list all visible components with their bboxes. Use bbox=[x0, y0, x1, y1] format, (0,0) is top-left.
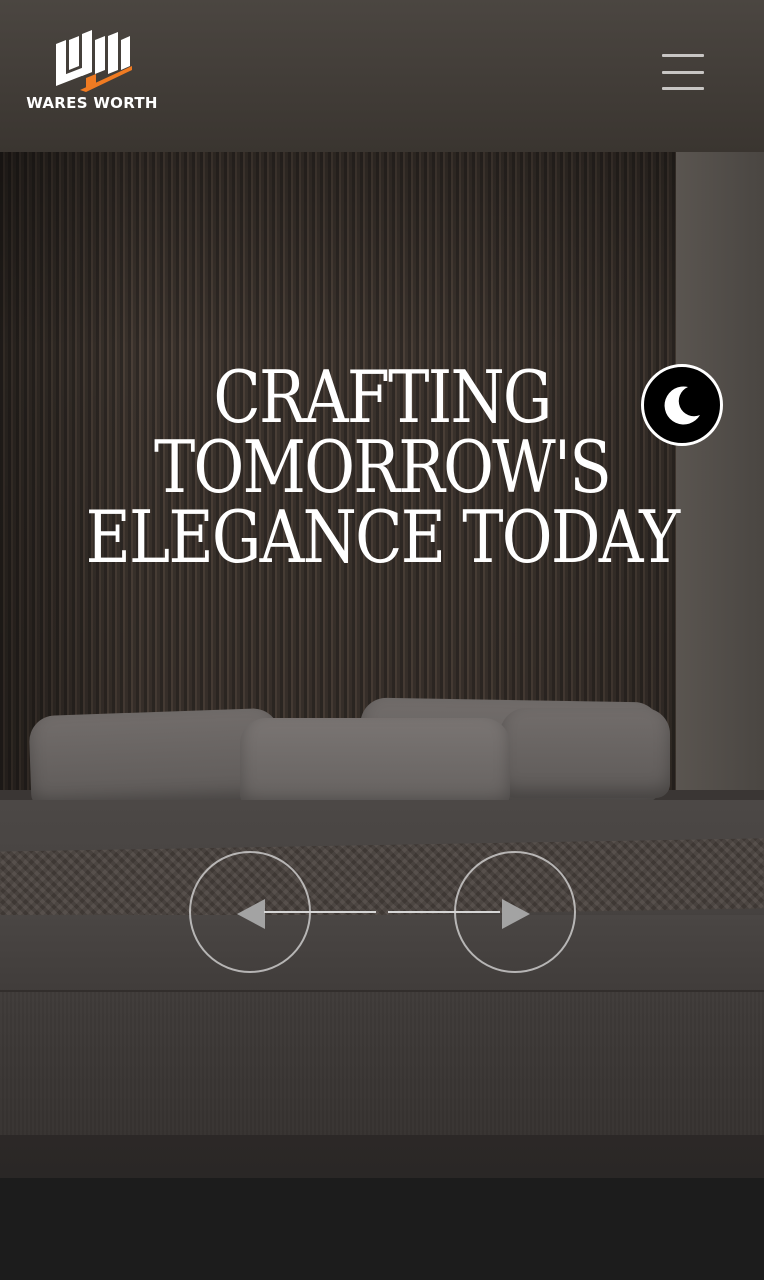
bed-base bbox=[0, 990, 764, 1137]
next-slide-button[interactable] bbox=[454, 851, 576, 973]
pillow bbox=[500, 708, 670, 798]
theme-toggle-button[interactable] bbox=[641, 364, 723, 446]
hamburger-menu-icon bbox=[662, 54, 704, 57]
page: WARES WORTH CRAFTING TOMORROW'S ELEGANCE… bbox=[0, 0, 764, 1280]
hero-title-line: CRAFTING bbox=[213, 355, 552, 439]
moon-icon bbox=[664, 386, 700, 425]
hero-title-line: TOMORROW'S bbox=[153, 425, 612, 509]
menu-button[interactable] bbox=[662, 54, 704, 90]
arrow-right-icon bbox=[502, 899, 530, 929]
hero-background-image bbox=[0, 0, 764, 1178]
logo-text: WARES WORTH bbox=[26, 94, 158, 112]
brand-logo[interactable]: WARES WORTH bbox=[26, 30, 157, 116]
arrow-left-icon bbox=[237, 899, 265, 929]
knitted-throw bbox=[0, 837, 764, 923]
floor bbox=[0, 1135, 764, 1178]
footer-bar bbox=[0, 1178, 764, 1280]
hero-title-line: ELEGANCE TODAY bbox=[85, 495, 681, 579]
logo-mark-icon bbox=[56, 30, 132, 92]
prev-slide-button[interactable] bbox=[189, 851, 311, 973]
hero-title: CRAFTING TOMORROW'S ELEGANCE TODAY bbox=[53, 355, 710, 579]
pillow bbox=[240, 718, 510, 808]
